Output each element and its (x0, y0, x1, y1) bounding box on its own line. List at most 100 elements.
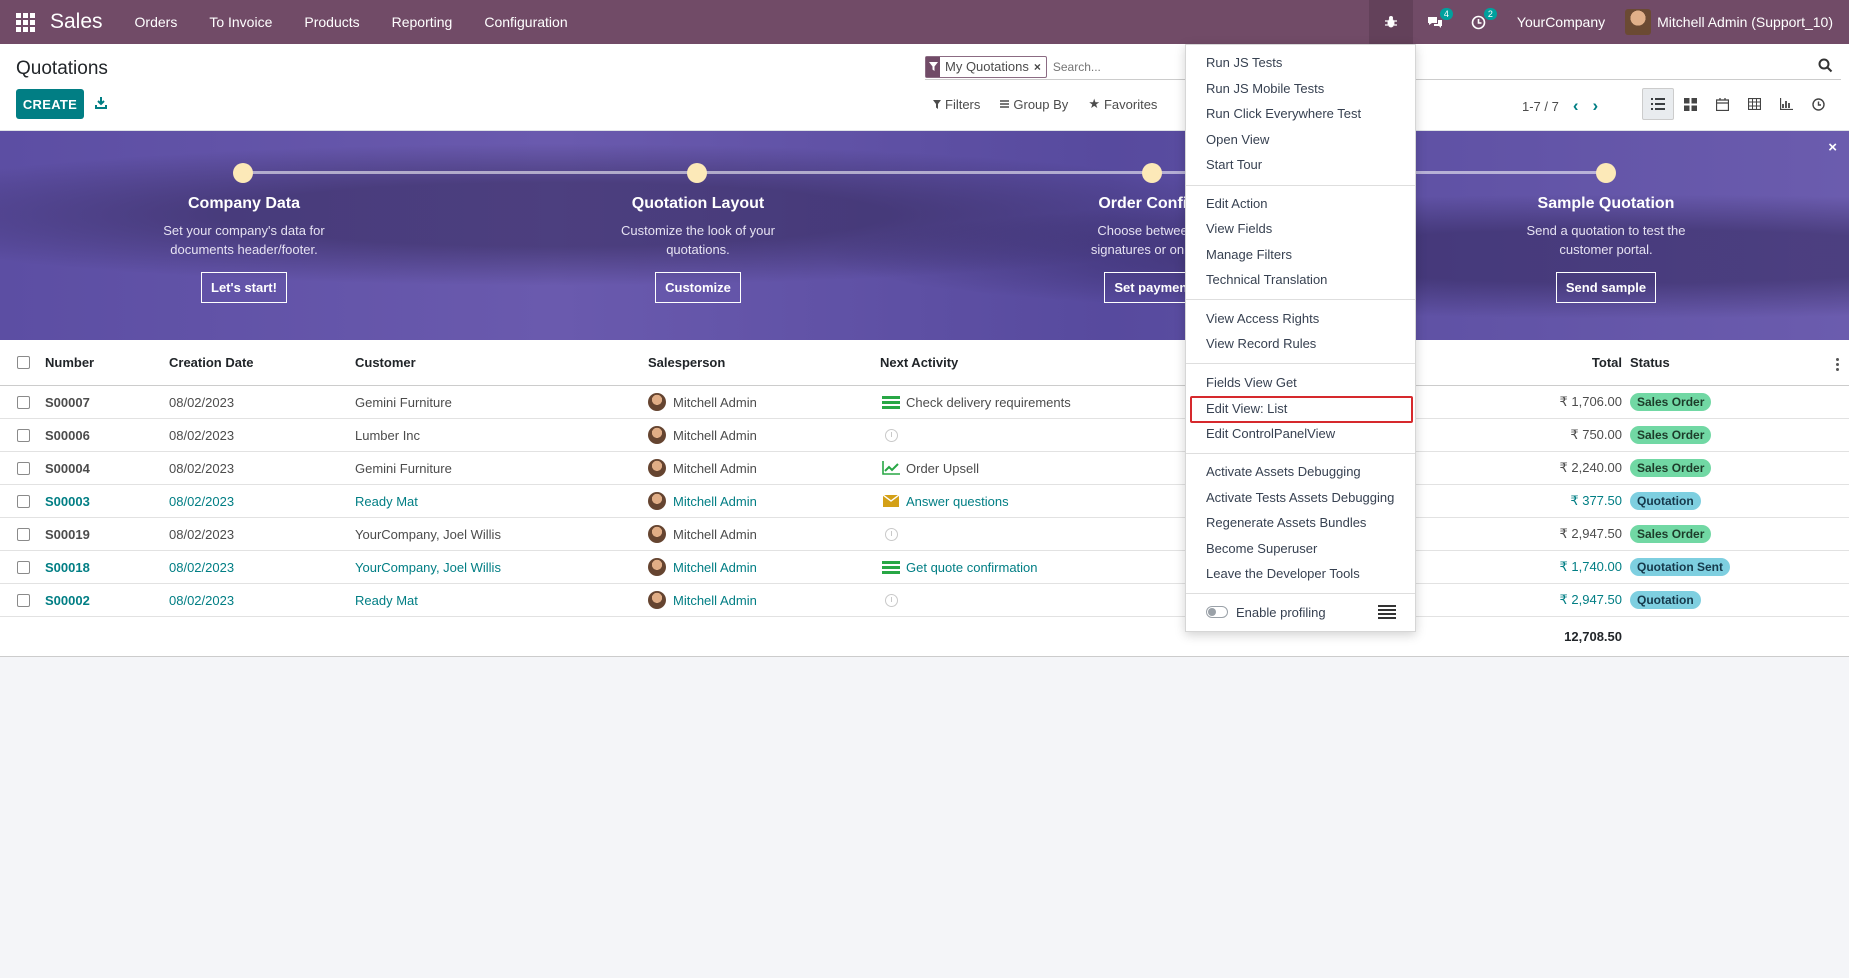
next-activity (882, 518, 906, 550)
row-checkbox[interactable] (17, 584, 30, 616)
envelope-icon[interactable] (882, 494, 900, 508)
menu-item-edit-view-list[interactable]: Edit View: List (1206, 401, 1287, 417)
pager-previous-icon[interactable]: ‹ (1573, 96, 1579, 116)
column-header-number[interactable]: Number (45, 340, 94, 385)
table-row[interactable]: S00004 08/02/2023 Gemini Furniture Mitchell… (0, 452, 1849, 485)
list-view-icon[interactable] (1642, 88, 1674, 120)
row-checkbox[interactable] (17, 485, 30, 517)
column-header-status[interactable]: Status (1630, 340, 1670, 385)
column-header-salesperson[interactable]: Salesperson (648, 340, 725, 385)
profiling-toggle[interactable] (1206, 606, 1228, 618)
column-header-date[interactable]: Creation Date (169, 340, 254, 385)
favorites-button[interactable]: ★ Favorites (1088, 96, 1157, 112)
menu-item-activate-assets-debugging[interactable]: Activate Assets Debugging (1206, 464, 1361, 480)
table-row[interactable]: S00019 08/02/2023 YourCompany, Joel Willis… (0, 518, 1849, 551)
table-body: S00007 08/02/2023 Gemini Furniture Mitchell… (0, 386, 1849, 617)
table-row[interactable]: S00003 08/02/2023 Ready Mat Mitchell Admin A… (0, 485, 1849, 518)
star-icon: ★ (1088, 96, 1100, 111)
menu-item-view-fields[interactable]: View Fields (1206, 221, 1272, 237)
lets-start-button[interactable]: Let's start! (201, 272, 287, 303)
tasks-icon[interactable] (882, 395, 900, 409)
facet-remove-icon[interactable]: × (1034, 60, 1046, 74)
user-name: Mitchell Admin (Support_10) (1657, 14, 1833, 30)
banner-close-icon[interactable]: × (1828, 139, 1837, 156)
tasks-icon[interactable] (882, 560, 900, 574)
activity-view-icon[interactable] (1802, 88, 1834, 120)
groupby-button[interactable]: Group By (1000, 96, 1068, 112)
activity-summary[interactable]: Answer questions (906, 494, 1009, 509)
column-header-customer[interactable]: Customer (355, 340, 416, 385)
create-button[interactable]: CREATE (16, 89, 84, 119)
menu-item-leave-developer-tools[interactable]: Leave the Developer Tools (1206, 566, 1360, 582)
pager-value[interactable]: 1-7 / 7 (1522, 99, 1559, 114)
menu-item-activate-tests-assets-debugging[interactable]: Activate Tests Assets Debugging (1206, 490, 1394, 506)
menu-item-products[interactable]: Products (288, 0, 375, 44)
select-all-checkbox[interactable] (17, 340, 30, 385)
status-badge: Quotation (1630, 492, 1701, 510)
status-badge: Sales Order (1630, 426, 1712, 444)
messages-icon[interactable]: 4 (1413, 0, 1457, 44)
row-checkbox[interactable] (17, 518, 30, 550)
search-icon[interactable] (1818, 58, 1833, 76)
status-badge: Sales Order (1630, 459, 1712, 477)
chart-line-icon[interactable] (882, 461, 900, 475)
menu-item-fields-view-get[interactable]: Fields View Get (1206, 375, 1297, 391)
apps-menu-icon[interactable] (0, 0, 50, 44)
menu-item-run-js-mobile-tests[interactable]: Run JS Mobile Tests (1206, 81, 1324, 97)
clock-icon[interactable] (882, 593, 900, 607)
pager-next-icon[interactable]: › (1593, 96, 1599, 116)
column-header-total[interactable]: Total (1592, 340, 1622, 385)
row-checkbox[interactable] (17, 551, 30, 583)
menu-item-technical-translation[interactable]: Technical Translation (1206, 272, 1327, 288)
user-menu[interactable]: Mitchell Admin (Support_10) (1625, 9, 1849, 35)
grand-total: 12,708.50 (1564, 629, 1622, 644)
graph-view-icon[interactable] (1770, 88, 1802, 120)
menu-item-edit-controlpanelview[interactable]: Edit ControlPanelView (1206, 426, 1335, 442)
kanban-view-icon[interactable] (1674, 88, 1706, 120)
table-row[interactable]: S00002 08/02/2023 Ready Mat Mitchell Admin ₹… (0, 584, 1849, 617)
step-description: Set your company's data for documents hea… (163, 223, 325, 257)
activity-summary[interactable]: Get quote confirmation (906, 560, 1038, 575)
step-title: Sample Quotation (1537, 195, 1675, 212)
optional-columns-icon[interactable] (1836, 358, 1839, 373)
menu-item-open-view[interactable]: Open View (1206, 132, 1269, 148)
menu-item-view-access-rights[interactable]: View Access Rights (1206, 311, 1319, 327)
menu-item-reporting[interactable]: Reporting (376, 0, 469, 44)
menu-item-run-js-tests[interactable]: Run JS Tests (1206, 55, 1282, 71)
app-brand[interactable]: Sales (50, 10, 103, 34)
menu-item-view-record-rules[interactable]: View Record Rules (1206, 336, 1316, 352)
menu-item-manage-filters[interactable]: Manage Filters (1206, 247, 1292, 263)
step-title: Company Data (187, 195, 301, 212)
calendar-view-icon[interactable] (1706, 88, 1738, 120)
customize-button[interactable]: Customize (655, 272, 741, 303)
pivot-view-icon[interactable] (1738, 88, 1770, 120)
activities-clock-icon[interactable]: 2 (1457, 0, 1501, 44)
profiling-list-icon[interactable] (1378, 605, 1396, 619)
filters-button[interactable]: Filters (933, 96, 980, 112)
menu-item-start-tour[interactable]: Start Tour (1206, 157, 1262, 173)
table-row[interactable]: S00018 08/02/2023 YourCompany, Joel Willis… (0, 551, 1849, 584)
activity-summary[interactable]: Order Upsell (906, 461, 979, 476)
menu-item-become-superuser[interactable]: Become Superuser (1206, 541, 1317, 557)
menu-item-regenerate-assets-bundles[interactable]: Regenerate Assets Bundles (1206, 515, 1366, 531)
table-row[interactable]: S00006 08/02/2023 Lumber Inc Mitchell Admin… (0, 419, 1849, 452)
menu-item-edit-action[interactable]: Edit Action (1206, 196, 1267, 212)
row-checkbox[interactable] (17, 419, 30, 451)
activity-summary[interactable]: Check delivery requirements (906, 395, 1071, 410)
table-row[interactable]: S00007 08/02/2023 Gemini Furniture Mitchell… (0, 386, 1849, 419)
menu-item-to-invoice[interactable]: To Invoice (193, 0, 288, 44)
clock-icon[interactable] (882, 428, 900, 442)
column-header-activity[interactable]: Next Activity (880, 340, 958, 385)
debug-bug-icon[interactable] (1368, 0, 1413, 44)
clock-icon[interactable] (882, 527, 900, 541)
menu-item-run-click-everywhere[interactable]: Run Click Everywhere Test (1206, 106, 1361, 122)
row-checkbox[interactable] (17, 386, 30, 418)
row-checkbox[interactable] (17, 452, 30, 484)
order-number: S00019 (45, 526, 90, 542)
download-icon[interactable] (94, 96, 110, 112)
send-sample-button[interactable]: Send sample (1555, 272, 1657, 303)
salesperson: Mitchell Admin (648, 518, 757, 550)
menu-item-configuration[interactable]: Configuration (468, 0, 583, 44)
company-switcher[interactable]: YourCompany (1501, 14, 1625, 30)
menu-item-orders[interactable]: Orders (119, 0, 194, 44)
